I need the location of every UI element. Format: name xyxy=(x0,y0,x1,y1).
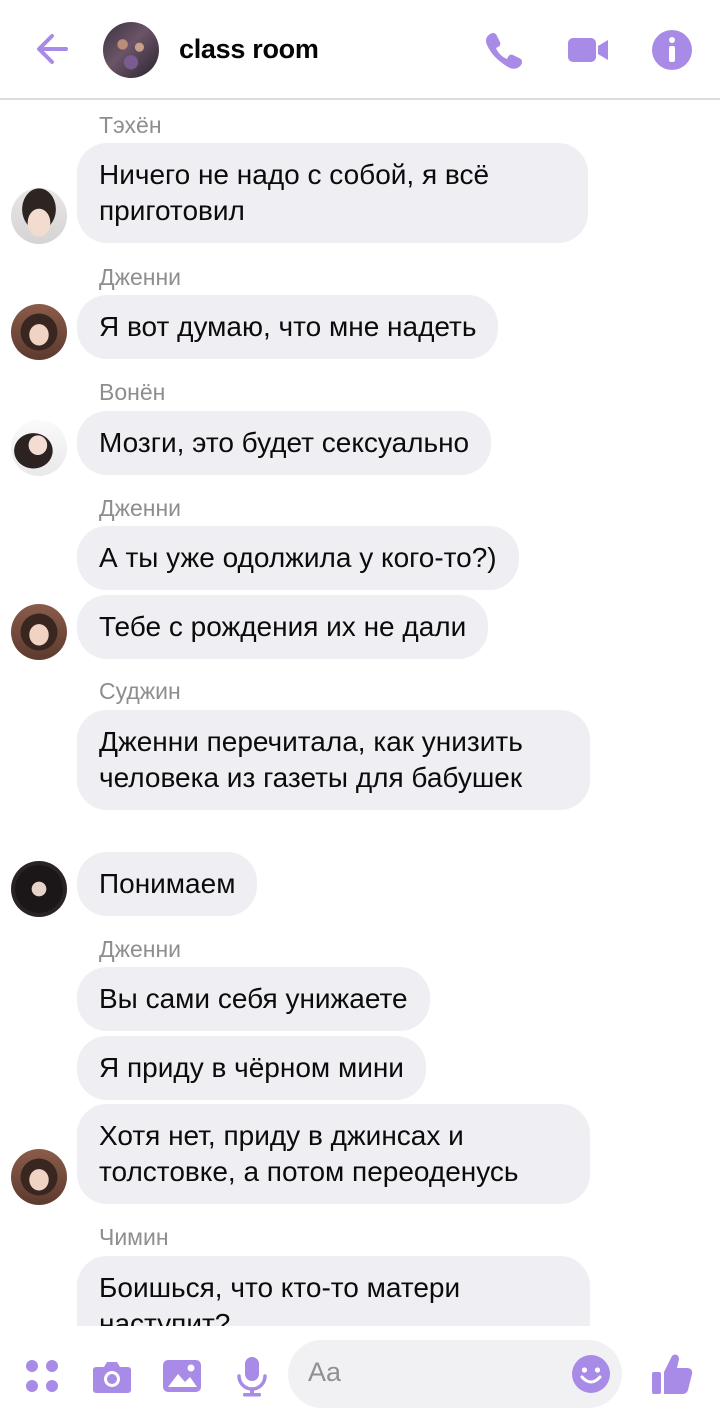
composer-bar: Aa xyxy=(0,1326,720,1424)
message-bubble[interactable]: Дженни перечитала, как унизить человека … xyxy=(77,710,590,810)
avatar[interactable] xyxy=(11,861,67,917)
message-bubble[interactable]: Тебе с рождения их не дали xyxy=(77,595,489,659)
message-list[interactable]: Тэхён Ничего не надо с собой, я всё приг… xyxy=(0,102,720,1326)
avatar[interactable] xyxy=(11,420,67,476)
message-bubble[interactable]: Вы сами себя унижаете xyxy=(77,967,430,1031)
apps-icon[interactable] xyxy=(20,1354,64,1398)
chat-header: class room xyxy=(0,0,720,100)
message-bubble[interactable]: Ничего не надо с собой, я всё приготовил xyxy=(77,143,588,243)
info-icon[interactable] xyxy=(650,28,694,72)
message-bubble[interactable]: А ты уже одолжила у кого-то?) xyxy=(77,526,519,590)
message-bubble[interactable]: Боишься, что кто-то матери наступит? xyxy=(77,1256,590,1326)
sender-name: Чимин xyxy=(99,1224,169,1250)
message-bubble[interactable]: Мозги, это будет сексуально xyxy=(77,411,492,475)
message-input[interactable]: Aa xyxy=(288,1340,622,1408)
message-input-placeholder: Aa xyxy=(308,1357,342,1387)
group-avatar[interactable] xyxy=(103,22,159,78)
sender-name: Вонён xyxy=(99,379,166,405)
camera-icon[interactable] xyxy=(90,1354,134,1398)
chat-title[interactable]: class room xyxy=(179,34,319,65)
sender-name: Дженни xyxy=(99,495,182,521)
avatar[interactable] xyxy=(11,1149,67,1205)
message-bubble[interactable]: Я вот думаю, что мне надеть xyxy=(77,295,499,359)
message-bubble[interactable]: Понимаем xyxy=(77,852,258,916)
video-camera-icon[interactable] xyxy=(566,28,610,72)
phone-icon[interactable] xyxy=(480,28,524,72)
emoji-icon[interactable] xyxy=(570,1353,612,1395)
thumbs-up-icon[interactable] xyxy=(650,1350,694,1398)
sender-name: Тэхён xyxy=(99,112,162,138)
message-bubble[interactable]: Хотя нет, приду в джинсах и толстовке, а… xyxy=(77,1104,590,1204)
avatar[interactable] xyxy=(11,188,67,244)
message-bubble[interactable]: Я приду в чёрном мини xyxy=(77,1036,426,1100)
sender-name: Суджин xyxy=(99,678,181,704)
image-icon[interactable] xyxy=(160,1354,204,1398)
sender-name: Дженни xyxy=(99,264,182,290)
microphone-icon[interactable] xyxy=(230,1354,274,1398)
avatar[interactable] xyxy=(11,304,67,360)
arrow-left-icon[interactable] xyxy=(30,26,76,72)
sender-name: Дженни xyxy=(99,936,182,962)
avatar[interactable] xyxy=(11,604,67,660)
